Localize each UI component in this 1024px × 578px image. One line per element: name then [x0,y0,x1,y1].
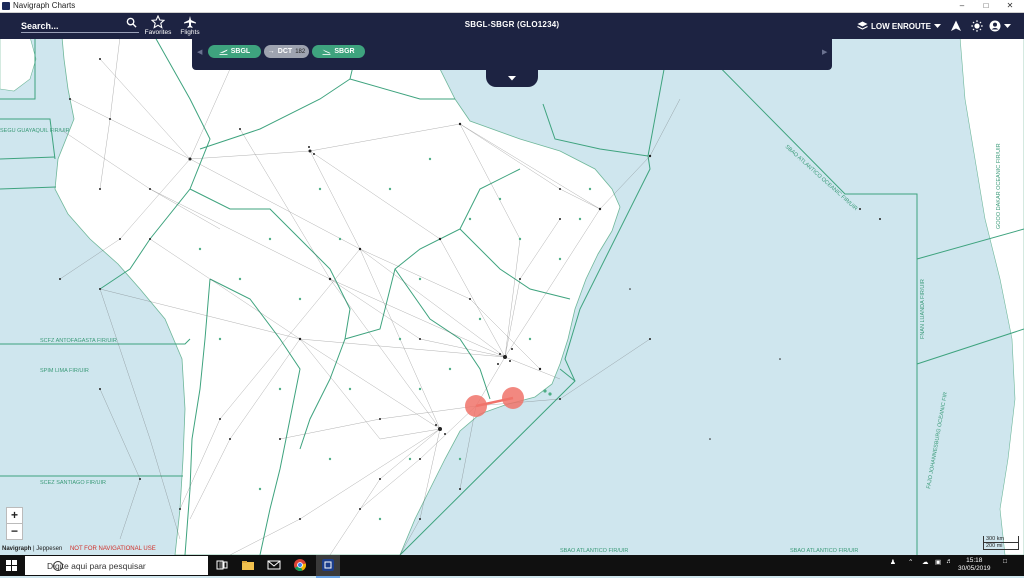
star-icon [151,15,165,29]
segment-pill[interactable]: → DCT 182 [264,45,309,58]
route-panel: ◀ SBGL → DCT 182 SBGR ▶ [192,39,832,70]
scale-mi: 200 mi [983,543,1019,550]
chrome-icon[interactable] [293,558,307,572]
enroute-map[interactable]: SCFZ ANTOFAGASTA FIR/UIR SCEZ SANTIAGO F… [0,39,1024,555]
scroll-right-icon[interactable]: ▶ [822,48,827,56]
fir-label-fnan: FNAN LUANDA FIR/UIR [920,279,926,339]
collapse-panel-button[interactable] [486,70,538,87]
layer-dropdown[interactable]: LOW ENROUTE [857,19,941,33]
fir-label-sbao: SBAO ATLANTICO FIR/UIR [560,548,628,554]
windows-taskbar: Digite aqui para pesquisar ♟ ⌃ ☁ ▣ ♬ 15:… [0,555,1024,578]
network-icon[interactable]: ▣ [935,558,941,566]
navigraph-taskbar-button[interactable] [316,555,340,578]
task-view-icon[interactable] [215,558,229,572]
show-hidden-icons[interactable]: ⌃ [908,558,913,566]
origin-marker[interactable] [465,395,487,417]
layers-icon [857,21,868,30]
app-icon [2,2,10,10]
file-explorer-icon[interactable] [241,558,255,572]
volume-icon[interactable]: ♬ [946,558,953,565]
map-scale: 300 km 200 mi [983,536,1019,550]
favorites-button[interactable]: Favorites [141,15,175,39]
fir-label-segu: SEGU GUAYAQUIL FIR/UIR [0,128,70,134]
chevron-down-icon [934,23,941,28]
navigation-arrow-icon[interactable] [950,20,962,32]
airplane-icon [184,16,196,28]
origin-code: SBGL [230,48,251,55]
chevron-down-icon [508,76,516,81]
window-titlebar: Navigraph Charts – □ ✕ [0,0,1024,13]
segment-label: DCT [277,48,293,55]
origin-pill[interactable]: SBGL [208,45,261,58]
credit-navigraph: Navigraph [2,546,32,552]
zoom-in-button[interactable]: + [6,507,23,524]
window-title: Navigraph Charts [13,1,76,10]
clock-date: 30/05/2019 [958,565,991,572]
landing-icon [322,49,331,55]
destination-marker[interactable] [502,387,524,409]
windows-start-icon[interactable] [6,560,17,571]
fir-label-spim: SPIM LIMA FIR/UIR [40,368,89,374]
fir-label-gooo: GOOO DAKAR OCEANIC FIR/UIR [996,143,1002,229]
cortana-icon [53,561,63,571]
not-for-nav-warning: NOT FOR NAVIGATIONAL USE [69,546,156,552]
search-icon[interactable] [126,17,137,28]
favorites-label: Favorites [144,29,172,36]
taskbar-clock[interactable]: 15:18 30/05/2019 [958,557,991,573]
map-credits: Navigraph | Jeppesen NOT FOR NAVIGATIONA… [2,546,156,552]
takeoff-icon [219,49,228,55]
chevron-down-icon[interactable] [1004,24,1011,29]
close-button[interactable]: ✕ [998,0,1022,12]
flights-button[interactable]: Flights [173,15,207,39]
navigraph-app-icon [322,559,334,571]
fir-label-scfz: SCFZ ANTOFAGASTA FIR/UIR [40,338,117,344]
sun-icon[interactable] [971,20,983,32]
scroll-left-icon[interactable]: ◀ [197,48,202,56]
app-toolbar: Favorites Flights SBGL-SBGR (GLO1234) LO… [0,13,1024,39]
layer-label: LOW ENROUTE [871,21,931,31]
people-icon[interactable]: ♟ [890,558,896,566]
notifications-icon[interactable]: □ [1003,558,1007,565]
mail-icon[interactable] [267,558,281,572]
arrow-right-icon: → [267,48,275,55]
destination-code: SBGR [334,48,355,55]
search-input[interactable] [21,19,139,33]
maximize-button[interactable]: □ [974,0,998,12]
minimize-button[interactable]: – [950,0,974,12]
user-icon[interactable] [989,20,1001,32]
zoom-out-button[interactable]: − [6,523,23,540]
fir-label-scez: SCEZ SANTIAGO FIR/UIR [40,480,106,486]
segment-distance: 182 [295,48,306,55]
destination-pill[interactable]: SBGR [312,45,365,58]
flights-label: Flights [180,29,200,36]
onedrive-icon[interactable]: ☁ [922,558,929,566]
fir-label-sbao-south: SBAO ATLANTICO FIR/UIR [790,548,858,554]
taskbar-search-box[interactable]: Digite aqui para pesquisar [25,556,224,575]
clock-time: 15:18 [966,557,983,564]
scale-km: 300 km [983,536,1019,543]
credit-jeppesen: Jeppesen [36,546,63,552]
route-title: SBGL-SBGR (GLO1234) [464,20,560,29]
